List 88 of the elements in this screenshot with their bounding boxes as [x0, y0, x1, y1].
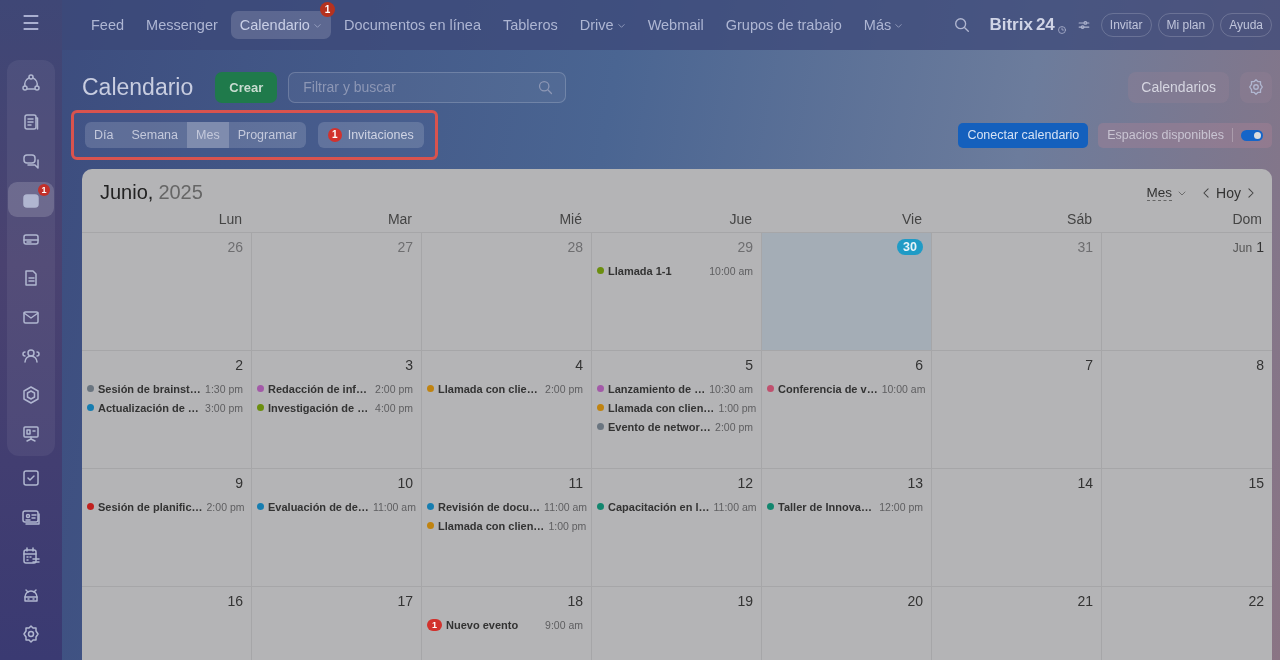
nav-tab[interactable]: Webmail: [638, 11, 713, 39]
month-label: Jun: [1232, 241, 1253, 255]
event-item[interactable]: Evento de networ… 2:00 pm: [597, 417, 753, 436]
day-number: 21: [1077, 593, 1093, 609]
day-number: 27: [397, 239, 413, 255]
event-item[interactable]: Investigación de … 4:00 pm: [257, 398, 413, 417]
connect-calendar-button[interactable]: Conectar calendario: [958, 122, 1089, 148]
event-item[interactable]: 1 Nuevo evento 9:00 am: [427, 615, 583, 634]
view-tab[interactable]: Programar: [228, 122, 306, 148]
day-number: 16: [227, 593, 243, 609]
event-item[interactable]: Sesión de brainst… 1:30 pm: [87, 379, 243, 398]
clock-icon[interactable]: [1056, 25, 1067, 35]
event-item[interactable]: Llamada 1-1 10:00 am: [597, 261, 753, 280]
settings-button[interactable]: [1240, 71, 1272, 103]
nav-tab[interactable]: Documentos en línea: [334, 11, 490, 39]
nav-tab[interactable]: Drive: [570, 11, 635, 39]
day-number: 5: [745, 357, 753, 373]
settings-icon: [1247, 78, 1265, 96]
checkbox-icon[interactable]: [21, 467, 41, 488]
day-number: 10: [397, 475, 413, 491]
event-item[interactable]: Llamada con clie… 2:00 pm: [427, 379, 583, 398]
day-number: 8: [1256, 357, 1264, 373]
event-item[interactable]: Sesión de planific… 2:00 pm: [87, 497, 243, 516]
event-item[interactable]: Lanzamiento de … 10:30 am: [597, 379, 753, 398]
weekday-label: Dom: [1231, 211, 1263, 227]
month-label: Junio,: [100, 181, 154, 204]
nav-tab[interactable]: Más: [854, 11, 913, 39]
day-number: 29: [737, 239, 753, 255]
day-number: 31: [1077, 239, 1093, 255]
day-number: 19: [737, 593, 753, 609]
day-number: 7: [1085, 357, 1093, 373]
create-button[interactable]: Crear: [215, 71, 278, 103]
weekday-label: Vie: [901, 211, 923, 227]
share-icon[interactable]: [21, 72, 41, 93]
view-tab[interactable]: Día: [85, 122, 123, 148]
day-number: 30: [897, 239, 923, 255]
day-number: 22: [1248, 593, 1264, 609]
hexagon-icon[interactable]: [21, 384, 41, 405]
toggle-switch[interactable]: [1241, 129, 1263, 141]
day-number: 15: [1248, 475, 1264, 491]
day-number: 11: [568, 475, 583, 491]
day-number: 1: [1256, 239, 1264, 255]
day-number: 20: [907, 593, 923, 609]
event-item[interactable]: Taller de Innova… 12:00 pm: [767, 497, 923, 516]
invitations-button[interactable]: 1 Invitaciones: [317, 122, 424, 148]
event-item[interactable]: Redacción de inf… 2:00 pm: [257, 379, 413, 398]
weekday-label: Lun: [217, 211, 243, 227]
menu-button[interactable]: ☰: [14, 0, 48, 46]
nav-tab[interactable]: Feed: [82, 11, 134, 39]
view-tab[interactable]: Semana: [122, 122, 187, 148]
day-number: 14: [1077, 475, 1093, 491]
weekday-label: Mié: [558, 211, 583, 227]
day-number: 3: [405, 357, 413, 373]
year-label: 2025: [158, 181, 203, 204]
day-number: 12: [737, 475, 753, 491]
day-number: 9: [235, 475, 243, 491]
day-number: 28: [567, 239, 583, 255]
event-item[interactable]: Conferencia de v… 10:00 am: [767, 379, 923, 398]
brand-logo: Bitrix 24: [989, 15, 1055, 35]
notification-badge: 1: [319, 2, 335, 17]
settings-icon[interactable]: [21, 623, 41, 644]
day-number: 26: [227, 239, 243, 255]
search-icon[interactable]: [953, 16, 972, 34]
weekday-label: Mar: [386, 211, 413, 227]
calendars-button[interactable]: Calendarios: [1128, 71, 1229, 103]
document-icon[interactable]: [21, 111, 41, 132]
schedule-icon[interactable]: [21, 545, 41, 566]
notification-badge: 1: [427, 618, 442, 631]
sidebar-item[interactable]: 1: [8, 182, 54, 217]
nav-tab[interactable]: Grupos de trabajo: [716, 11, 851, 39]
nav-tab[interactable]: Tableros: [493, 11, 567, 39]
day-number: 13: [907, 475, 923, 491]
day-number: 18: [567, 593, 583, 609]
sliders-icon[interactable]: [1076, 18, 1091, 32]
weekday-label: Sáb: [1066, 211, 1093, 227]
today-button[interactable]: Hoy: [1213, 184, 1244, 201]
day-number: 17: [397, 593, 413, 609]
day-number: 2: [235, 357, 243, 373]
presentation-icon[interactable]: [21, 423, 41, 444]
weekday-label: Jue: [728, 211, 753, 227]
day-number: 4: [575, 357, 583, 373]
view-dropdown[interactable]: Mes: [1146, 184, 1188, 201]
event-item[interactable]: Actualización de … 3:00 pm: [87, 398, 243, 417]
notification-badge: 1: [327, 128, 342, 142]
notification-badge: 1: [38, 184, 50, 196]
day-number: 6: [915, 357, 923, 373]
page-title: Calendario: [82, 73, 194, 101]
nav-tab[interactable]: Messenger: [137, 11, 227, 39]
